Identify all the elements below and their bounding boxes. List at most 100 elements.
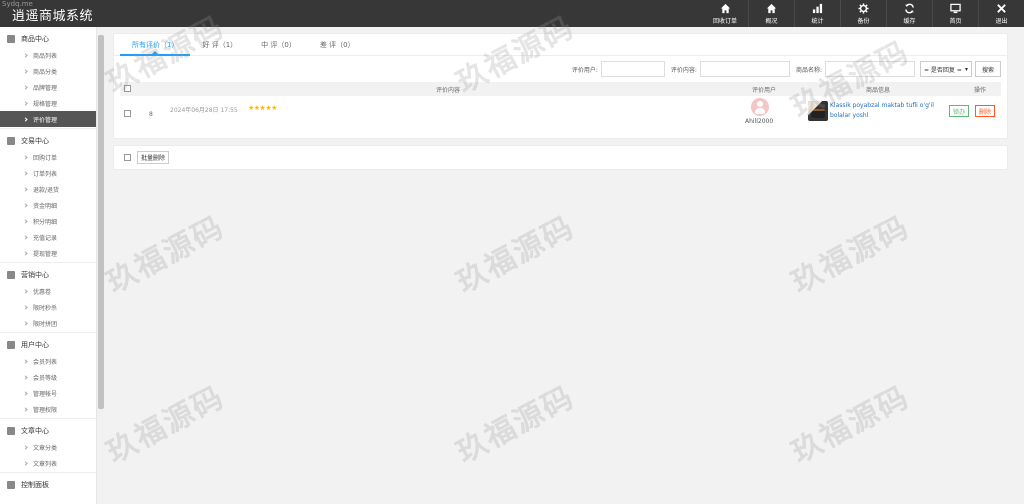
sidebar-item-label: 资金明细	[33, 202, 58, 210]
chevron-right-icon	[23, 320, 28, 326]
rating-stars: ★★★★★	[248, 104, 277, 112]
watermark: 玖福源码	[785, 209, 916, 301]
tab-bad-reviews[interactable]: 差 评（0）	[308, 34, 367, 56]
sidebar-item-withdraw[interactable]: 提现管理	[0, 245, 96, 261]
chevron-right-icon	[23, 116, 28, 122]
watermark: 玖福源码	[100, 209, 231, 301]
chevron-right-icon	[23, 68, 28, 74]
sidebar-item-flash-sale[interactable]: 限时秒杀	[0, 299, 96, 315]
approve-button[interactable]: 锁办	[949, 105, 970, 117]
sidebar-section-products[interactable]: 商品中心	[0, 30, 96, 47]
sidebar-item-product-category[interactable]: 商品分类	[0, 63, 96, 79]
top-bar: Sydq.me 逍遥商城系统 回收订单 概况 统计 备份 缓存 首页 退出	[0, 0, 1024, 27]
document-icon	[7, 426, 15, 435]
sidebar-item-brand[interactable]: 品牌管理	[0, 79, 96, 95]
sidebar-item-member-levels[interactable]: 会员等级	[0, 369, 96, 385]
nav-statistics[interactable]: 统计	[794, 0, 840, 27]
sidebar-item-coupons[interactable]: 优惠卷	[0, 283, 96, 299]
sidebar-item-label: 评价管理	[33, 116, 58, 124]
sidebar-item-label: 提现管理	[33, 250, 58, 258]
watermark: 玖福源码	[450, 209, 581, 301]
sidebar-item-label: 积分明细	[33, 218, 58, 226]
chevron-right-icon	[23, 234, 28, 240]
chevron-right-icon	[23, 390, 28, 396]
sidebar-item-permissions[interactable]: 管理权限	[0, 401, 96, 417]
nav-home[interactable]: 首页	[932, 0, 978, 27]
sidebar-item-orders[interactable]: 订单列表	[0, 165, 96, 181]
bulk-delete-button[interactable]: 批量删除	[137, 151, 170, 164]
product-thumbnail	[808, 101, 828, 121]
sidebar-item-label: 品牌管理	[33, 84, 58, 92]
home-icon	[720, 3, 730, 13]
sidebar-item-points[interactable]: 积分明细	[0, 213, 96, 229]
sidebar-section-articles[interactable]: 文章中心	[0, 422, 96, 439]
nav-recycle-orders[interactable]: 回收订单	[702, 0, 748, 27]
nav-overview[interactable]: 概况	[748, 0, 794, 27]
chevron-right-icon	[23, 84, 28, 90]
reply-status-select[interactable]: = 是否回复 = ▾	[919, 61, 972, 77]
bulk-select-checkbox[interactable]	[124, 154, 131, 161]
sidebar-item-admin-accounts[interactable]: 管理帐号	[0, 385, 96, 401]
monitor-icon	[950, 3, 961, 13]
section-title: 营销中心	[21, 270, 49, 279]
sidebar-item-label: 会员等级	[33, 374, 58, 382]
gear-icon	[7, 480, 15, 489]
search-button[interactable]: 搜索	[974, 61, 1001, 77]
section-title: 控制面板	[21, 480, 49, 489]
divider	[0, 332, 96, 333]
tab-good-reviews[interactable]: 好 评（1）	[190, 34, 249, 56]
sidebar-item-label: 退款/退货	[33, 186, 60, 194]
sidebar-item-label: 限时拼团	[33, 320, 58, 328]
sidebar-item-refunds[interactable]: 退款/退货	[0, 181, 96, 197]
sidebar-item-label: 限时秒杀	[33, 304, 58, 312]
top-nav: 回收订单 概况 统计 备份 缓存 首页 退出	[702, 0, 1024, 27]
sidebar-item-label: 管理帐号	[33, 390, 58, 398]
sidebar-item-label: 订单列表	[33, 170, 58, 178]
sidebar-item-label: 商品分类	[33, 68, 58, 76]
chevron-right-icon	[23, 186, 28, 192]
review-id: 8	[149, 111, 153, 118]
chevron-right-icon	[23, 460, 28, 466]
scrollbar-thumb[interactable]	[98, 35, 104, 409]
sidebar-item-reviews[interactable]: 评价管理	[0, 111, 96, 127]
tab-neutral-reviews[interactable]: 中 评（0）	[249, 34, 308, 56]
sidebar-section-marketing[interactable]: 营销中心	[0, 266, 96, 283]
sidebar-item-recharge[interactable]: 充值记录	[0, 229, 96, 245]
select-all-checkbox[interactable]	[124, 85, 131, 92]
refresh-icon	[905, 3, 914, 13]
review-user-input[interactable]	[600, 61, 665, 77]
chevron-right-icon	[23, 288, 28, 294]
box-icon	[7, 34, 15, 43]
sidebar-item-label: 文章列表	[33, 460, 58, 468]
nav-backup[interactable]: 备份	[840, 0, 886, 27]
sidebar-item-article-category[interactable]: 文章分类	[0, 439, 96, 455]
row-checkbox[interactable]	[124, 110, 131, 117]
nav-logout[interactable]: 退出	[978, 0, 1024, 27]
nav-label: 备份	[857, 17, 870, 25]
product-link[interactable]: Klassik poyabzal maktab tufli o'g'il bol…	[830, 101, 945, 121]
sidebar-item-article-list[interactable]: 文章列表	[0, 455, 96, 471]
sidebar-section-control-panel[interactable]: 控制面板	[0, 476, 96, 493]
sidebar-item-funds[interactable]: 资金明细	[0, 197, 96, 213]
header-review-content: 评价内容	[436, 86, 461, 94]
section-title: 商品中心	[21, 34, 49, 43]
sidebar-item-product-list[interactable]: 商品列表	[0, 47, 96, 63]
sidebar-item-label: 会员列表	[33, 358, 58, 366]
sidebar-item-members[interactable]: 会员列表	[0, 353, 96, 369]
user-icon	[7, 340, 15, 349]
nav-cache[interactable]: 缓存	[886, 0, 932, 27]
sidebar-section-trade[interactable]: 交易中心	[0, 132, 96, 149]
delete-button[interactable]: 删除	[975, 105, 996, 117]
chevron-right-icon	[23, 202, 28, 208]
sidebar-item-buyback[interactable]: 回购订单	[0, 149, 96, 165]
sidebar-item-spec[interactable]: 规格管理	[0, 95, 96, 111]
nav-label: 首页	[949, 17, 962, 25]
chevron-right-icon	[23, 154, 28, 160]
product-name-label: 商品名称:	[795, 66, 822, 74]
sidebar-section-users[interactable]: 用户中心	[0, 336, 96, 353]
sidebar-item-group-buy[interactable]: 限时拼团	[0, 315, 96, 331]
tab-all-reviews[interactable]: 所有评价（1）	[120, 34, 191, 56]
product-name-input[interactable]	[824, 61, 915, 77]
sidebar-scrollbar[interactable]	[97, 27, 105, 504]
review-content-input[interactable]	[699, 61, 790, 77]
